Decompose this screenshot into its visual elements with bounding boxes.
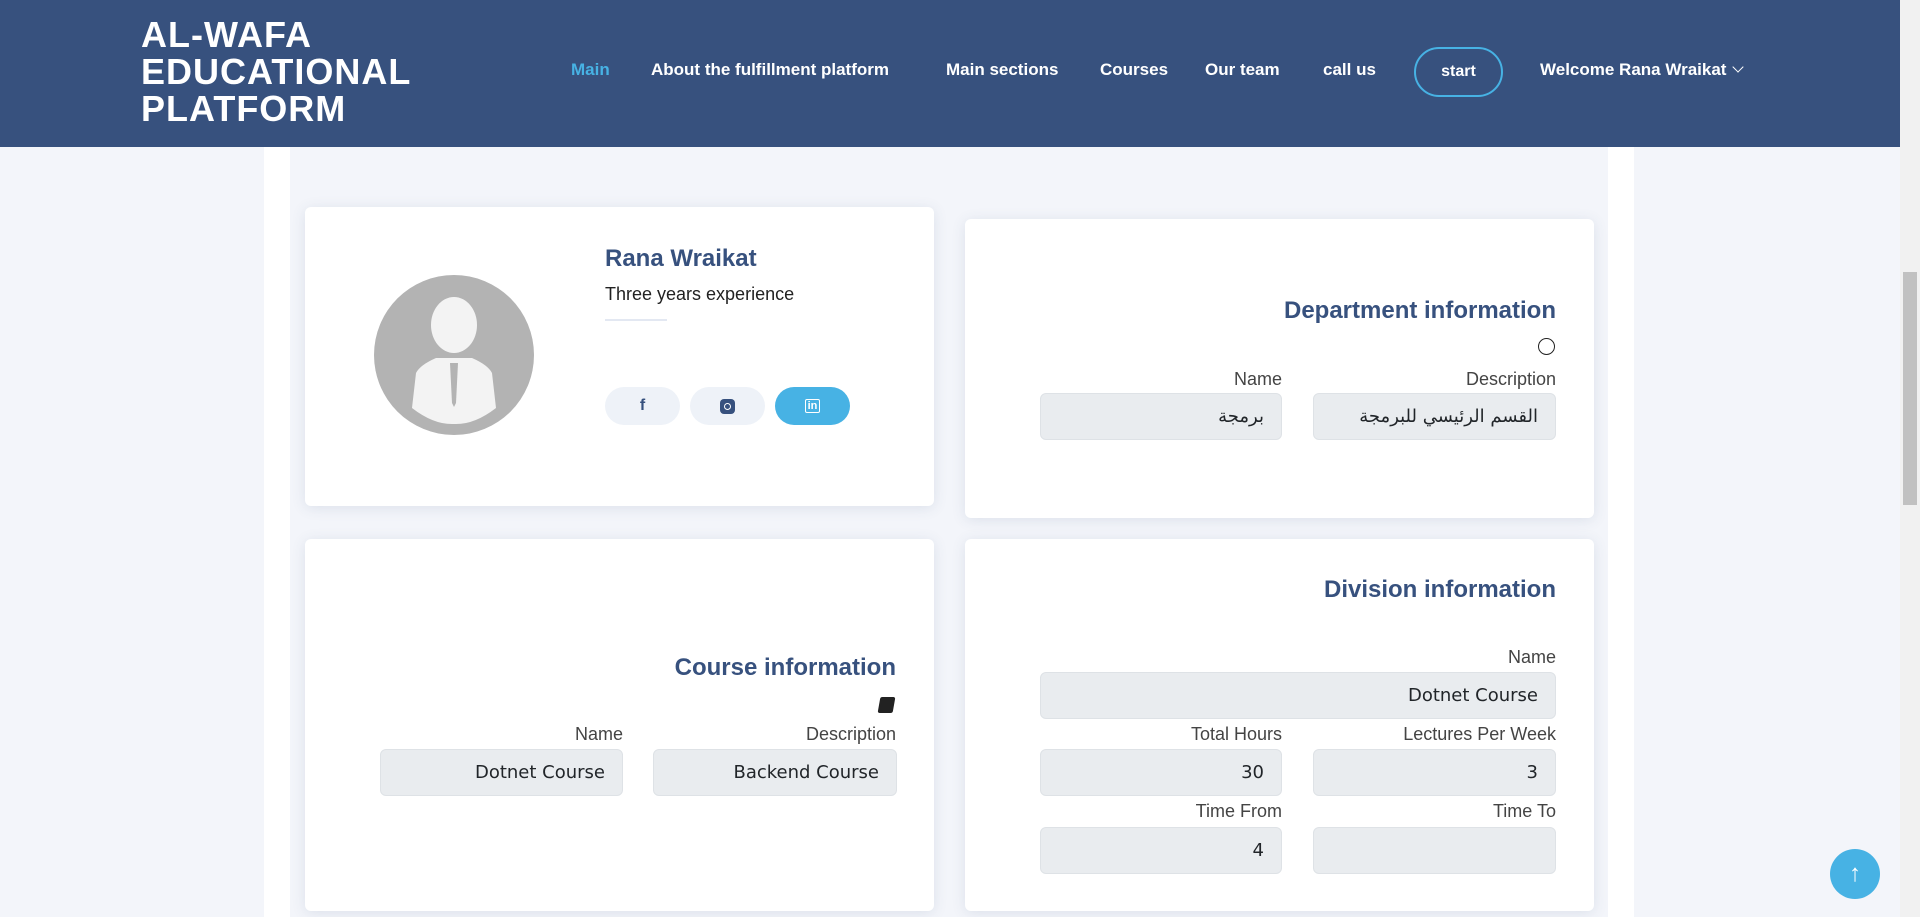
instagram-icon bbox=[720, 398, 735, 414]
division-name-label: Name bbox=[1507, 647, 1556, 667]
header: AL-WAFA EDUCATIONAL PLATFORM Main About … bbox=[0, 0, 1900, 147]
avatar bbox=[374, 275, 534, 435]
nav-call-us[interactable]: call us bbox=[1323, 60, 1376, 80]
nav-about[interactable]: About the fulfillment platform bbox=[651, 60, 889, 80]
linkedin-button[interactable]: in bbox=[775, 387, 850, 425]
course-description-field[interactable]: Backend Course bbox=[653, 749, 897, 796]
course-name-field[interactable]: Dotnet Course bbox=[380, 749, 623, 796]
chevron-down-icon bbox=[1732, 61, 1745, 73]
time-to-field[interactable] bbox=[1313, 827, 1556, 874]
profile-subtitle: Three years experience bbox=[605, 284, 795, 304]
course-name-label: Name bbox=[574, 724, 623, 744]
department-description-field[interactable]: القسم الرئيسي للبرمجة bbox=[1313, 393, 1556, 440]
profile-card: Rana Wraikat Three years experience bbox=[305, 207, 934, 506]
linkedin-icon: in bbox=[804, 399, 821, 413]
department-name-label: Name bbox=[1233, 369, 1282, 389]
start-button[interactable]: start bbox=[1414, 47, 1503, 97]
nav-main-sections[interactable]: Main sections bbox=[946, 60, 1058, 80]
department-title: Department information bbox=[1283, 297, 1556, 324]
welcome-text: Welcome Rana Wraikat bbox=[1540, 60, 1727, 79]
time-from-field[interactable]: 4 bbox=[1040, 827, 1282, 874]
back-to-top-button[interactable]: ↑ bbox=[1830, 849, 1880, 899]
facebook-button[interactable]: f bbox=[605, 387, 680, 425]
divider bbox=[605, 319, 667, 321]
total-hours-label: Total Hours bbox=[1190, 724, 1282, 744]
facebook-icon: f bbox=[639, 397, 646, 414]
book-icon bbox=[877, 697, 896, 713]
department-description-label: Description bbox=[1465, 369, 1556, 389]
user-menu[interactable]: Welcome Rana Wraikat bbox=[1540, 60, 1745, 80]
lectures-per-week-field[interactable]: 3 bbox=[1313, 749, 1556, 796]
department-name-field[interactable]: برمجة bbox=[1040, 393, 1282, 440]
time-to-label: Time To bbox=[1492, 801, 1556, 821]
nav-courses[interactable]: Courses bbox=[1100, 60, 1168, 80]
nav-our-team[interactable]: Our team bbox=[1205, 60, 1280, 80]
scrollbar-thumb[interactable] bbox=[1903, 272, 1917, 505]
course-title: Course information bbox=[674, 654, 896, 681]
course-description-label: Description bbox=[805, 724, 896, 744]
dribbble-icon bbox=[1538, 338, 1555, 355]
division-title: Division information bbox=[1323, 576, 1556, 603]
total-hours-field[interactable]: 30 bbox=[1040, 749, 1282, 796]
arrow-up-icon: ↑ bbox=[1849, 860, 1861, 887]
logo[interactable]: AL-WAFA EDUCATIONAL PLATFORM bbox=[141, 16, 461, 127]
lectures-per-week-label: Lectures Per Week bbox=[1403, 724, 1556, 744]
instagram-button[interactable] bbox=[690, 387, 765, 425]
time-from-label: Time From bbox=[1195, 801, 1282, 821]
division-name-field[interactable]: Dotnet Course bbox=[1040, 672, 1556, 719]
nav-main[interactable]: Main bbox=[571, 60, 610, 80]
profile-name: Rana Wraikat bbox=[605, 245, 757, 272]
